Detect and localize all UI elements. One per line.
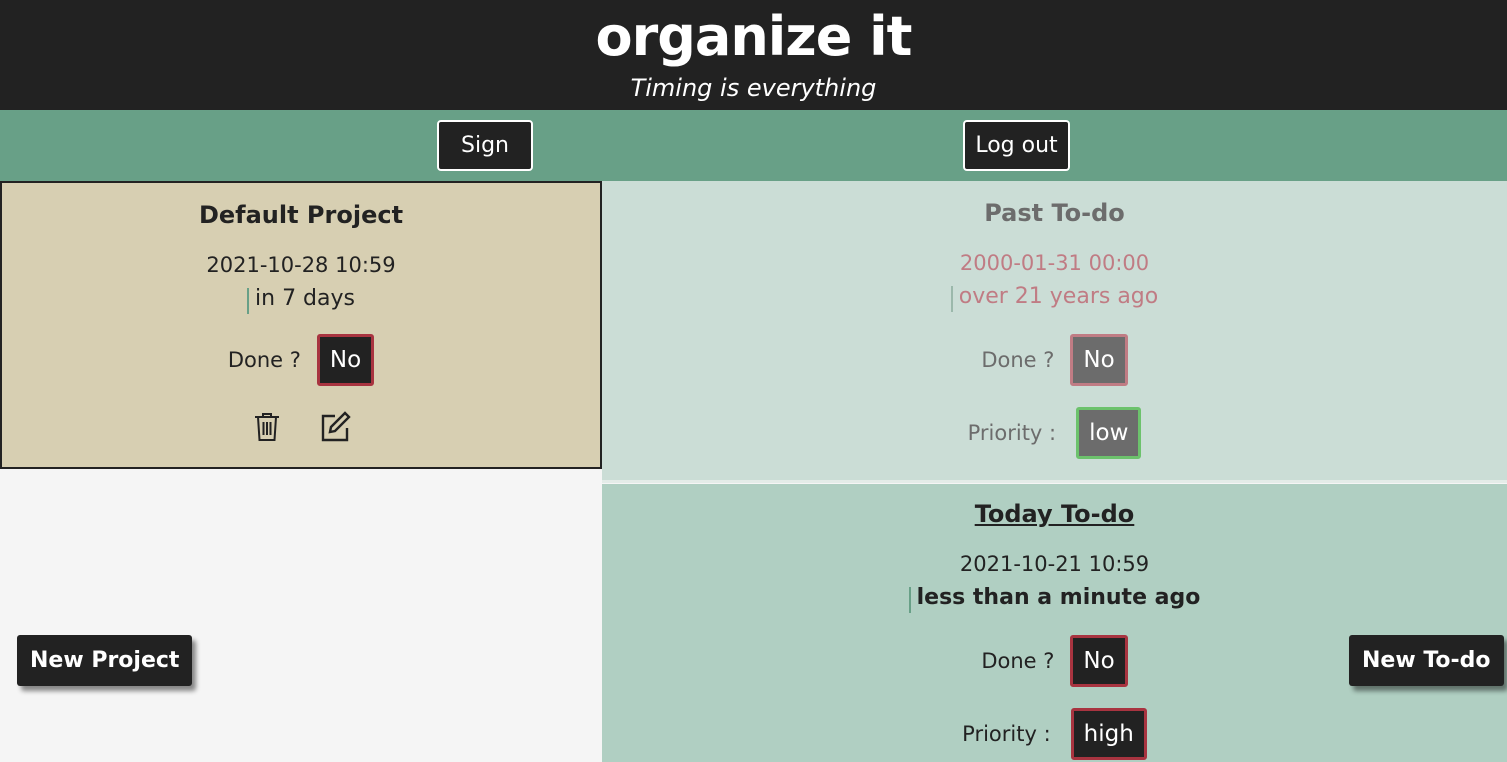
todo-card-past[interactable]: Past To-do 2000-01-31 00:00 over 21 year… xyxy=(602,181,1507,483)
todo-title: Today To-do xyxy=(974,500,1135,528)
sign-in-button[interactable]: Sign in xyxy=(437,120,533,205)
done-label: Done ? xyxy=(227,348,301,372)
relative-marker xyxy=(247,287,250,314)
new-todo-button[interactable]: New To-do xyxy=(1349,635,1504,686)
priority-label: Priority : xyxy=(967,421,1057,445)
project-title: Default Project xyxy=(198,201,404,229)
todo-title: Past To-do xyxy=(984,199,1125,227)
todo-done-toggle[interactable]: No xyxy=(1070,334,1128,386)
relative-marker xyxy=(950,285,953,312)
app-title: organize it xyxy=(595,5,913,68)
trash-icon[interactable] xyxy=(250,410,284,444)
new-project-button[interactable]: New Project xyxy=(17,635,193,686)
done-label: Done ? xyxy=(981,348,1055,372)
app-header: organize it Timing is everything xyxy=(0,0,1507,110)
project-card[interactable]: Default Project 2021-10-28 10:59 in 7 da… xyxy=(0,181,602,469)
navbar: Sign in Log out xyxy=(0,110,1507,205)
relative-marker xyxy=(908,586,911,613)
project-date: 2021-10-28 10:59 xyxy=(206,253,396,277)
priority-label: Priority : xyxy=(962,722,1051,746)
project-done-toggle[interactable]: No xyxy=(316,334,375,386)
done-label: Done ? xyxy=(981,649,1055,673)
todo-done-toggle[interactable]: No xyxy=(1070,635,1128,687)
todo-relative-time: over 21 years ago xyxy=(958,284,1159,309)
todo-date: 2000-01-31 00:00 xyxy=(959,251,1150,275)
project-relative-time: in 7 days xyxy=(255,286,355,311)
log-out-button[interactable]: Log out xyxy=(963,120,1070,171)
todo-card-today[interactable]: Today To-do 2021-10-21 10:59 less than a… xyxy=(602,484,1507,762)
todo-relative-time: less than a minute ago xyxy=(916,585,1201,610)
edit-icon[interactable] xyxy=(318,410,352,444)
todo-priority-select[interactable]: high xyxy=(1070,708,1147,760)
app-tagline: Timing is everything xyxy=(630,74,877,102)
todo-date: 2021-10-21 10:59 xyxy=(959,552,1150,576)
todo-priority-select[interactable]: low xyxy=(1076,407,1142,459)
